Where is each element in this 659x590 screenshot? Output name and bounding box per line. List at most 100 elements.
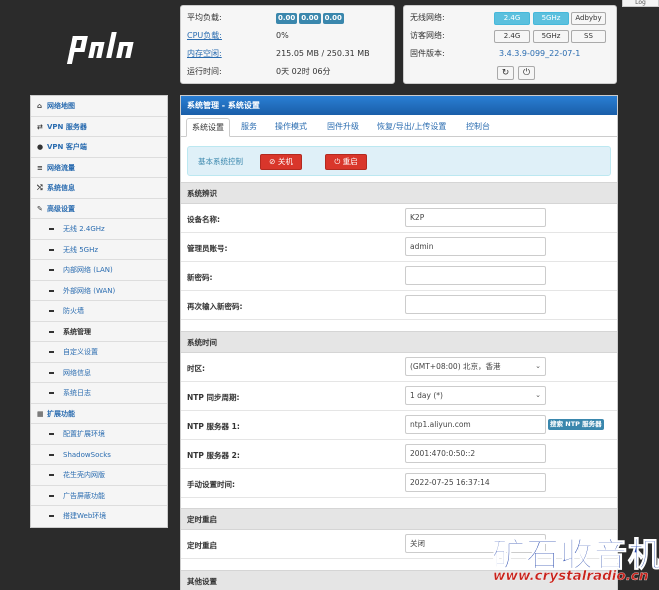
- sidebar-item-label: 配置扩展环境: [63, 430, 105, 438]
- tab-system-settings[interactable]: 系统设置: [186, 118, 230, 137]
- sidebar-item-label: 系统日志: [63, 389, 91, 397]
- sidebar-item-firewall[interactable]: 防火墙: [31, 301, 167, 322]
- sidebar-item-wifi-5[interactable]: 无线 5GHz: [31, 240, 167, 260]
- wireless-24g-button[interactable]: 2.4G: [494, 12, 530, 25]
- manual-time-label: 手动设置时间:: [187, 480, 235, 489]
- sidebar-item-syslog[interactable]: 系统日志: [31, 383, 167, 404]
- dash-icon: [49, 453, 54, 456]
- mem-value: 215.05 MB / 250.31 MB: [276, 49, 370, 58]
- status-panel-network: 无线网络: 2.4G 5GHz Adbyby 访客网络: 2.4G 5GHz S…: [403, 5, 617, 84]
- wrench-icon: ✎: [37, 204, 43, 213]
- reboot-button[interactable]: ⏻ 重启: [325, 154, 367, 170]
- search-ntp-button[interactable]: 搜索 NTP 服务器: [548, 419, 604, 430]
- new-password-input[interactable]: [405, 266, 546, 285]
- tab-firmware-upgrade[interactable]: 固件升级: [322, 118, 364, 137]
- timezone-select[interactable]: (GMT+08:00) 北京，香港 ⌄: [405, 357, 546, 376]
- sidebar-item-extensions[interactable]: ▦ 扩展功能: [31, 404, 167, 424]
- sidebar-item-traffic[interactable]: ≡ 网络流量: [31, 158, 167, 178]
- adbyby-button[interactable]: Adbyby: [571, 12, 606, 25]
- load-badge-15: 0.00: [322, 13, 344, 24]
- sidebar-item-custom[interactable]: 自定义设置: [31, 342, 167, 363]
- sidebar-item-network-map[interactable]: ⌂ 网络地图: [31, 96, 167, 117]
- section-identity: 系统辨识: [181, 182, 617, 204]
- dash-icon: [49, 269, 54, 271]
- sidebar-item-adblock[interactable]: 广告屏蔽功能: [31, 486, 167, 506]
- chevron-down-icon: ⌄: [535, 362, 541, 370]
- sidebar-item-wifi-24[interactable]: 无线 2.4GHz: [31, 219, 167, 240]
- login-tab[interactable]: Log: [622, 0, 659, 7]
- logo-graphic: [66, 32, 134, 64]
- tab-operation-mode[interactable]: 操作模式: [270, 118, 312, 137]
- sidebar-item-system-info[interactable]: ⤭ 系统信息: [31, 178, 167, 199]
- section-time: 系统时间: [181, 331, 617, 353]
- firmware-label: 固件版本:: [410, 49, 445, 58]
- dash-icon: [49, 494, 54, 497]
- dash-icon: [49, 392, 54, 394]
- new-password-label: 新密码:: [187, 273, 213, 282]
- sidebar-item-label: 外部网络 (WAN): [63, 286, 116, 295]
- sidebar-item-advanced[interactable]: ✎ 高级设置: [31, 199, 167, 219]
- firmware-link[interactable]: 3.4.3.9-099_22-07-1: [499, 46, 580, 62]
- ntp-period-value: 1 day (*): [410, 391, 443, 400]
- sidebar-item-label: 高级设置: [47, 204, 75, 213]
- sidebar-item-shadowsocks[interactable]: ShadowSocks: [31, 445, 167, 465]
- sidebar-nav: ⌂ 网络地图 ⇄ VPN 服务器 ● VPN 客户端 ≡ 网络流量 ⤭ 系统信息 ✎ 高级设…: [30, 95, 168, 528]
- dash-icon: [49, 351, 54, 353]
- sidebar-item-label: VPN 服务器: [47, 122, 87, 131]
- sidebar-item-label: 自定义设置: [63, 348, 98, 356]
- sidebar-item-vpn-client[interactable]: ● VPN 客户端: [31, 137, 167, 158]
- sidebar-item-label: 防火墙: [63, 307, 84, 315]
- sidebar-item-lan[interactable]: 内部网络 (LAN): [31, 260, 167, 281]
- confirm-password-input[interactable]: [405, 295, 546, 314]
- shutdown-button[interactable]: ⊘ 关机: [260, 154, 302, 170]
- wireless-5g-button[interactable]: 5GHz: [533, 12, 569, 25]
- sidebar-item-oray[interactable]: 花生壳内网版: [31, 465, 167, 486]
- sidebar-item-label: 搭建Web环境: [63, 512, 107, 520]
- mem-link[interactable]: 内存空闲:: [187, 46, 272, 62]
- sidebar-item-label: 系统信息: [47, 184, 75, 192]
- tab-restore-export[interactable]: 恢复/导出/上传设置: [372, 118, 451, 137]
- power-icon[interactable]: ⏻: [518, 66, 535, 80]
- sidebar-item-system-admin[interactable]: 系统管理: [31, 322, 167, 342]
- device-name-input[interactable]: K2P: [405, 208, 546, 227]
- home-icon: ⌂: [37, 102, 43, 110]
- ntp1-input[interactable]: ntp1.aliyun.com: [405, 415, 546, 434]
- cpu-link[interactable]: CPU负载:: [187, 28, 272, 44]
- dash-icon: [49, 515, 54, 517]
- ntp-period-select[interactable]: 1 day (*) ⌄: [405, 386, 546, 405]
- scheduled-reboot-label: 定时重启: [187, 541, 217, 550]
- sidebar-item-net-info[interactable]: 网络信息: [31, 363, 167, 383]
- ss-button[interactable]: SS: [571, 30, 606, 43]
- cpu-value: 0%: [276, 31, 289, 40]
- guest-24g-button[interactable]: 2.4G: [494, 30, 530, 43]
- manual-time-input[interactable]: 2022-07-25 16:37:14: [405, 473, 546, 492]
- dash-icon: [49, 228, 54, 230]
- guest-5g-button[interactable]: 5GHz: [533, 30, 569, 43]
- sidebar-item-label: 内部网络 (LAN): [63, 266, 113, 274]
- admin-input[interactable]: admin: [405, 237, 546, 256]
- confirm-password-label: 再次输入新密码:: [187, 302, 243, 311]
- load-badge-1: 0.00: [276, 13, 298, 24]
- sidebar-item-web-env[interactable]: 搭建Web环境: [31, 506, 167, 527]
- ntp2-input[interactable]: 2001:470:0:50::2: [405, 444, 546, 463]
- wireless-label: 无线网络:: [410, 13, 445, 22]
- system-control-bar: 基本系统控制 ⊘ 关机 ⏻ 重启: [187, 146, 611, 176]
- admin-row: 管理员账号: admin: [181, 233, 617, 262]
- sidebar-item-ext-env[interactable]: 配置扩展环境: [31, 424, 167, 445]
- dash-icon: [49, 248, 54, 251]
- main-panel: 系统管理 - 系统设置 系统设置 服务 操作模式 固件升级 恢复/导出/上传设置…: [180, 95, 618, 590]
- sidebar-item-wan[interactable]: 外部网络 (WAN): [31, 281, 167, 301]
- site-watermark: 矿石收音机 www.crystalradio.cn: [492, 528, 659, 590]
- timezone-value: (GMT+08:00) 北京，香港: [410, 362, 501, 371]
- sidebar-item-vpn-server[interactable]: ⇄ VPN 服务器: [31, 117, 167, 137]
- tab-console[interactable]: 控制台: [461, 118, 495, 137]
- load-label: 平均负载:: [187, 13, 222, 22]
- ntp-period-label: NTP 同步周期:: [187, 393, 240, 402]
- guest-label: 访客网络:: [410, 31, 445, 40]
- sidebar-item-label: 无线 2.4GHz: [63, 225, 105, 233]
- device-name-row: 设备名称: K2P: [181, 204, 617, 233]
- tab-services[interactable]: 服务: [236, 118, 262, 137]
- refresh-icon[interactable]: ↻: [497, 66, 514, 80]
- timezone-label: 时区:: [187, 364, 205, 373]
- section-scheduled-reboot: 定时重启: [181, 508, 617, 530]
